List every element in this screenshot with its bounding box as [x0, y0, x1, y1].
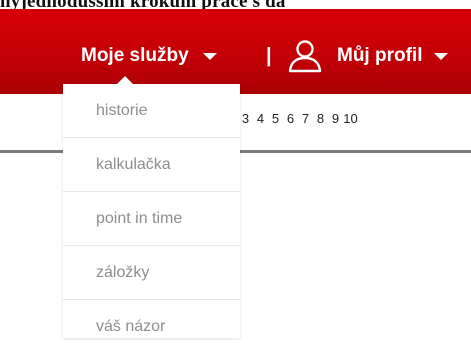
my-services-menu[interactable]: Moje služby — [81, 45, 217, 67]
menu-item-bookmarks[interactable]: záložky — [63, 246, 240, 300]
chevron-down-icon — [434, 52, 449, 60]
user-icon[interactable] — [287, 39, 323, 73]
page-link[interactable]: 6 — [283, 111, 298, 126]
pagination: 3 4 5 6 7 8 9 10 — [238, 111, 358, 126]
my-services-dropdown: historie kalkulačka point in time záložk… — [63, 84, 240, 338]
my-profile-label: Můj profil — [337, 45, 423, 66]
page-link[interactable]: 10 — [343, 111, 358, 126]
page-link[interactable]: 4 — [253, 111, 268, 126]
nav-separator: | — [266, 45, 272, 67]
chevron-down-icon — [202, 52, 217, 60]
dropdown-pointer — [117, 76, 133, 84]
my-services-label: Moje služby — [81, 45, 189, 66]
page-link[interactable]: 5 — [268, 111, 283, 126]
menu-item-point-in-time[interactable]: point in time — [63, 192, 240, 246]
menu-item-calculator[interactable]: kalkulačka — [63, 138, 240, 192]
page-link[interactable]: 7 — [298, 111, 313, 126]
clipped-heading-text: nýjednodušším krokům práce s da — [0, 0, 471, 9]
page-link[interactable]: 9 — [328, 111, 343, 126]
menu-item-feedback[interactable]: váš názor — [63, 300, 240, 354]
menu-item-history[interactable]: historie — [63, 84, 240, 138]
top-navigation-bar: Moje služby | Můj profil — [0, 7, 471, 94]
my-profile-menu[interactable]: Můj profil — [337, 45, 449, 67]
page-link[interactable]: 3 — [238, 111, 253, 126]
page-link[interactable]: 8 — [313, 111, 328, 126]
